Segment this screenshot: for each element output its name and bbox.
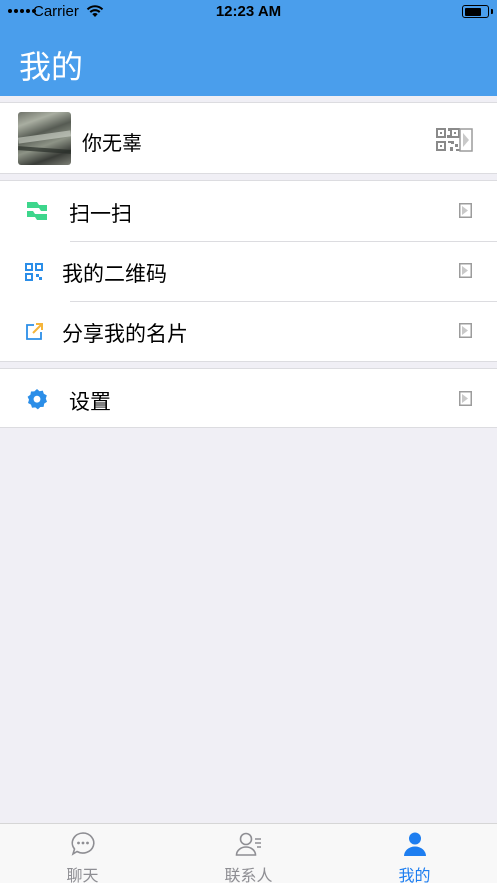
tab-bar: 聊天 联系人 我的 xyxy=(0,823,497,883)
status-bar: Carrier 12:23 AM xyxy=(0,0,497,24)
battery-icon xyxy=(462,5,493,18)
person-icon xyxy=(403,832,426,856)
tab-label-contacts: 联系人 xyxy=(224,866,273,883)
menu-item-settings[interactable]: 设置 xyxy=(0,368,497,428)
qr-code-icon xyxy=(25,263,43,281)
scan-icon xyxy=(27,202,47,220)
menu-label-share-card: 分享我的名片 xyxy=(62,322,188,346)
contacts-icon xyxy=(235,832,261,856)
chevron-right-icon xyxy=(459,203,472,218)
menu-label-settings: 设置 xyxy=(69,390,111,414)
menu-item-scan[interactable]: 扫一扫 xyxy=(0,181,497,241)
profile-row[interactable]: 你无辜 xyxy=(0,102,497,174)
menu-item-share-card[interactable]: 分享我的名片 xyxy=(0,301,497,361)
status-time: 12:23 AM xyxy=(215,3,282,20)
share-icon xyxy=(26,323,43,340)
chevron-right-icon xyxy=(459,391,472,406)
profile-name: 你无辜 xyxy=(82,131,142,155)
gear-icon xyxy=(27,389,47,410)
menu-label-qr-code: 我的二维码 xyxy=(62,262,167,286)
tab-chat[interactable]: 聊天 xyxy=(0,824,165,883)
menu-item-qr-code[interactable]: 我的二维码 xyxy=(0,241,497,301)
tab-me[interactable]: 我的 xyxy=(332,824,497,883)
menu-label-scan: 扫一扫 xyxy=(69,202,132,226)
tab-label-chat: 聊天 xyxy=(66,866,99,883)
chevron-right-icon xyxy=(459,323,472,338)
avatar[interactable] xyxy=(18,112,71,165)
nav-header: Carrier 12:23 AM 我的 xyxy=(0,0,497,96)
qr-code-arrow-icon xyxy=(436,128,473,152)
chevron-right-icon xyxy=(459,263,472,278)
tab-contacts[interactable]: 联系人 xyxy=(166,824,331,883)
page-title: 我的 xyxy=(19,48,84,86)
chat-icon xyxy=(71,832,95,856)
tab-label-me: 我的 xyxy=(398,866,431,883)
menu-group: 扫一扫 我的二维码 分享我的名片 xyxy=(0,180,497,362)
